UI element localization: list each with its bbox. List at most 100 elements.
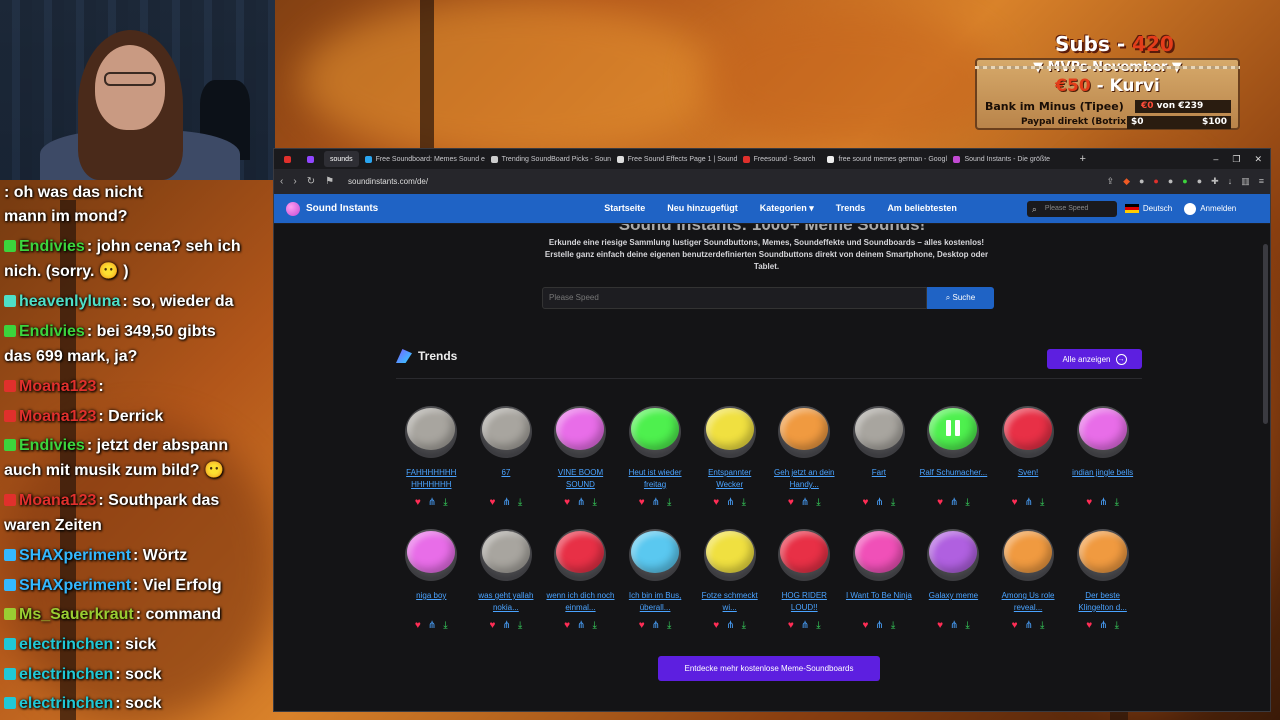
extension-icon[interactable]: ●	[1168, 176, 1173, 187]
browser-tab[interactable]	[301, 151, 324, 167]
browser-tab[interactable]: sounds	[324, 151, 359, 167]
browser-tab[interactable]: free sound memes german - Google S	[821, 151, 947, 167]
favorite-heart-icon[interactable]: ♥	[788, 620, 794, 631]
share-icon[interactable]: ⋔	[502, 620, 510, 631]
download-icon[interactable]: ⤓	[1040, 497, 1044, 508]
sound-play-button[interactable]	[629, 406, 682, 458]
sound-play-button[interactable]	[852, 406, 905, 458]
share-icon[interactable]: ⋔	[428, 620, 436, 631]
puzzle-icon[interactable]: ✚	[1211, 176, 1219, 187]
extension-icon[interactable]: ●	[1139, 176, 1144, 187]
favorite-heart-icon[interactable]: ♥	[862, 620, 868, 631]
sound-play-button[interactable]	[778, 406, 831, 458]
sound-title-link[interactable]: Sven!	[992, 467, 1064, 491]
sound-title-link[interactable]: wenn ich dich noch einmal...	[544, 590, 616, 614]
url-field[interactable]: soundinstants.com/de/	[344, 173, 1096, 191]
browser-tab[interactable]: Free Sound Effects Page 1 | SoundBit	[611, 151, 737, 167]
browser-tab[interactable]: Sound Instants - Die größte	[947, 151, 1073, 167]
sound-play-button[interactable]	[703, 406, 756, 458]
share-icon[interactable]: ⋔	[726, 620, 734, 631]
share-icon[interactable]: ⋔	[502, 497, 510, 508]
favorite-heart-icon[interactable]: ♥	[1012, 497, 1018, 508]
sound-play-button[interactable]	[554, 529, 607, 581]
sound-play-button[interactable]	[778, 529, 831, 581]
share-icon[interactable]: ⋔	[875, 620, 883, 631]
share-icon[interactable]: ⋔	[1025, 620, 1033, 631]
download-icon[interactable]: ⤓	[891, 497, 895, 508]
nav-neu-hinzugefuegt[interactable]: Neu hinzugefügt	[667, 203, 738, 214]
favorite-heart-icon[interactable]: ♥	[862, 497, 868, 508]
share-icon[interactable]: ⋔	[950, 620, 958, 631]
download-icon[interactable]: ⤓	[816, 497, 820, 508]
sound-title-link[interactable]: Fart	[843, 467, 915, 491]
favorite-heart-icon[interactable]: ♥	[415, 620, 421, 631]
favorite-heart-icon[interactable]: ♥	[1086, 497, 1092, 508]
sound-title-link[interactable]: was geht yallah nokia...	[470, 590, 542, 614]
extension-icon[interactable]: ●	[1197, 176, 1202, 187]
site-logo[interactable]: Sound Instants	[306, 203, 378, 214]
sound-title-link[interactable]: Among Us role reveal...	[992, 590, 1064, 614]
download-icon[interactable]: ⤓	[965, 620, 969, 631]
extension-icon[interactable]: ●	[1182, 176, 1187, 187]
more-soundboards-button[interactable]: Entdecke mehr kostenlose Meme-Soundboard…	[658, 656, 880, 681]
nav-kategorien[interactable]: Kategorien ▾	[760, 203, 814, 214]
share-icon[interactable]: ⋔	[1099, 497, 1107, 508]
download-icon[interactable]: ⤓	[1115, 620, 1119, 631]
favorite-heart-icon[interactable]: ♥	[639, 497, 645, 508]
sound-play-button[interactable]	[703, 529, 756, 581]
share-icon[interactable]: ⋔	[577, 497, 585, 508]
sound-title-link[interactable]: niga boy	[395, 590, 467, 614]
sound-title-link[interactable]: Geh jetzt an dein Handy...	[768, 467, 840, 491]
download-icon[interactable]: ⤓	[891, 620, 895, 631]
share-page-icon[interactable]: ⇪	[1107, 176, 1115, 187]
download-icon[interactable]: ⤓	[592, 497, 596, 508]
new-tab-icon[interactable]: +	[1079, 153, 1085, 165]
favorite-heart-icon[interactable]: ♥	[490, 497, 496, 508]
download-icon[interactable]: ⤓	[965, 497, 969, 508]
sound-play-button[interactable]	[927, 529, 980, 581]
browser-tab[interactable]: Free Soundboard: Memes Sound effe	[359, 151, 485, 167]
share-icon[interactable]: ⋔	[652, 497, 660, 508]
nav-am-beliebtesten[interactable]: Am beliebtesten	[887, 203, 957, 214]
menu-icon[interactable]: ≡	[1259, 176, 1264, 187]
download-icon[interactable]: ⤓	[742, 620, 746, 631]
share-icon[interactable]: ⋔	[428, 497, 436, 508]
brave-shield-icon[interactable]: ◆	[1123, 176, 1130, 187]
sound-play-button[interactable]	[405, 529, 458, 581]
sound-play-button[interactable]	[1076, 406, 1129, 458]
sound-title-link[interactable]: FAHHHHHHH HHHHHHH	[395, 467, 467, 491]
download-icon[interactable]: ⤓	[518, 620, 522, 631]
download-icon[interactable]: ↓	[1228, 176, 1233, 187]
favorite-heart-icon[interactable]: ♥	[490, 620, 496, 631]
favorite-heart-icon[interactable]: ♥	[1012, 620, 1018, 631]
favorite-heart-icon[interactable]: ♥	[937, 620, 943, 631]
browser-tab[interactable]	[278, 151, 301, 167]
forward-icon[interactable]: ›	[293, 176, 296, 187]
favorite-heart-icon[interactable]: ♥	[564, 620, 570, 631]
sound-play-button[interactable]	[1002, 529, 1055, 581]
download-icon[interactable]: ⤓	[443, 497, 447, 508]
download-icon[interactable]: ⤓	[1040, 620, 1044, 631]
sound-title-link[interactable]: 67	[470, 467, 542, 491]
sound-play-button[interactable]	[927, 406, 980, 458]
favorite-heart-icon[interactable]: ♥	[713, 620, 719, 631]
favorite-heart-icon[interactable]: ♥	[564, 497, 570, 508]
sound-title-link[interactable]: VINE BOOM SOUND	[544, 467, 616, 491]
download-icon[interactable]: ⤓	[816, 620, 820, 631]
extension-icon[interactable]: ●	[1153, 176, 1158, 187]
download-icon[interactable]: ⤓	[742, 497, 746, 508]
sound-play-button[interactable]	[479, 406, 532, 458]
bookmark-icon[interactable]: ⚑	[325, 176, 334, 187]
main-search-input[interactable]: Please Speed	[542, 287, 927, 309]
share-icon[interactable]: ⋔	[577, 620, 585, 631]
close-icon[interactable]: ✕	[1254, 154, 1262, 165]
sound-title-link[interactable]: Entspannter Wecker	[694, 467, 766, 491]
sound-title-link[interactable]: Ich bin im Bus, überall...	[619, 590, 691, 614]
sound-play-button[interactable]	[1076, 529, 1129, 581]
sound-play-button[interactable]	[405, 406, 458, 458]
language-selector[interactable]: Deutsch	[1124, 204, 1172, 213]
favorite-heart-icon[interactable]: ♥	[1086, 620, 1092, 631]
share-icon[interactable]: ⋔	[1025, 497, 1033, 508]
share-icon[interactable]: ⋔	[726, 497, 734, 508]
scrollbar[interactable]	[1263, 244, 1268, 424]
